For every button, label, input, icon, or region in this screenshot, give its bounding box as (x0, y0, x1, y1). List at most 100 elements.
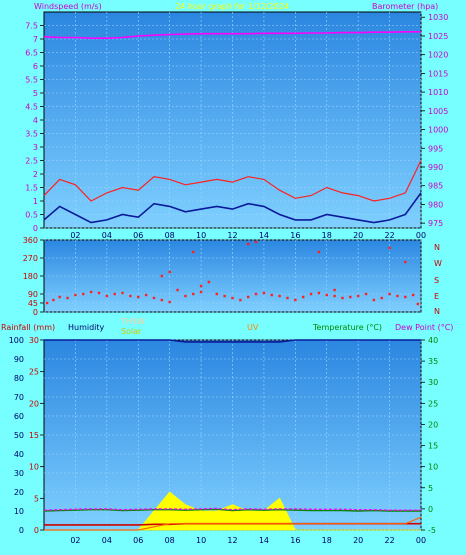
windspeed-tick-label: 3 (33, 143, 38, 152)
wind-direction-point (301, 295, 305, 299)
direction-label-n-top: N (434, 243, 440, 252)
hour-tick-label: 14 (259, 536, 269, 545)
temperature-ticks: -5 0 5 10 15 20 25 30 35 40 (421, 336, 438, 535)
wind-direction-point (192, 250, 195, 254)
wind-direction-point (372, 298, 376, 302)
wind-direction-point (278, 294, 281, 298)
wind-direction-point (388, 292, 391, 296)
barometer-tick-label: 995 (428, 144, 443, 153)
dewpoint-axis-label: Dew Point (°C) (395, 323, 453, 332)
wind-direction-point (113, 292, 116, 296)
temperature-tick-label: 35 (428, 357, 438, 366)
wind-direction-point (254, 292, 258, 296)
humidity-tick-label: 50 (14, 431, 24, 440)
windspeed-tick-label: 7 (33, 35, 38, 44)
hour-tick-label: 04 (102, 536, 112, 545)
wind-direction-point (199, 284, 203, 288)
wind-direction-point (199, 290, 203, 294)
windspeed-tick-label: 0 (33, 224, 38, 233)
rainfall-tick-label: 5 (34, 494, 39, 503)
temperature-axis-label: Temperature (°C) (312, 323, 382, 332)
hour-tick-label: 20 (353, 536, 363, 545)
windspeed-tick-label: 4.5 (25, 103, 38, 112)
humidity-tick-label: 20 (14, 488, 24, 497)
uv-label: UV (247, 323, 259, 332)
wind-direction-point (380, 296, 383, 300)
rainfall-tick-label: 20 (29, 399, 39, 408)
hour-tick-label: 18 (322, 536, 332, 545)
humidity-ticks: 0 10 20 30 40 50 60 70 80 90 100 (9, 336, 24, 535)
wind-direction-point (215, 292, 218, 296)
wind-direction-point (404, 260, 407, 264)
windspeed-tick-label: 2 (33, 170, 38, 179)
hour-tick-label: 12 (227, 231, 237, 240)
windspeed-tick-label: 6.5 (25, 49, 38, 58)
wind-direction-point (404, 295, 407, 299)
wind-direction-point (52, 298, 55, 302)
rainfall-tick-label: 10 (29, 463, 39, 472)
wind-direction-point (89, 290, 93, 294)
barometer-tick-label: 1010 (428, 88, 448, 97)
wind-direction-point (207, 280, 211, 284)
windspeed-tick-label: 2.5 (25, 157, 38, 166)
wind-direction-point (192, 292, 195, 296)
windspeed-ticks: 0 0.5 1 1.5 2 2.5 3 3.5 4 4.5 5 5.5 6 6.5 7 7.5 (25, 22, 44, 233)
weather-chart-svg: Windspeed (m/s) 24 hour graph for 1/12/2… (1, 2, 453, 545)
wind-direction-point (356, 294, 360, 298)
wind-direction-point (396, 294, 399, 298)
wind-direction-point (294, 298, 297, 302)
temperature-tick-label: 5 (428, 484, 433, 493)
wind-direction-point (333, 294, 336, 298)
wind-direction-point (74, 293, 77, 297)
wind-direction-point (239, 298, 242, 302)
wind-direction-point (416, 302, 420, 306)
direction-label-s: S (434, 276, 439, 285)
wind-direction-point (333, 288, 336, 292)
direction-tick-label: 360 (23, 236, 38, 245)
thsw-label: THSW (120, 317, 145, 326)
humidity-tick-label: 70 (14, 393, 24, 402)
hour-tick-label: 00 (416, 231, 426, 240)
wind-direction-point (66, 296, 69, 300)
direction-tick-label: 45 (28, 299, 38, 308)
windspeed-tick-label: 5.5 (25, 76, 38, 85)
wind-direction-point (160, 298, 164, 302)
hour-tick-label: 02 (70, 536, 80, 545)
wind-direction-point (45, 301, 49, 305)
windspeed-axis-label: Windspeed (m/s) (34, 2, 102, 11)
solar-label: Solar (121, 327, 142, 336)
hour-tick-label: 08 (165, 536, 175, 545)
weather-graph: Windspeed (m/s) 24 hour graph for 1/12/2… (0, 0, 466, 555)
hour-tick-label: 16 (290, 231, 300, 240)
wind-direction-point (105, 294, 109, 298)
temperature-tick-label: 10 (428, 463, 438, 472)
humidity-tick-label: 0 (19, 526, 24, 535)
rainfall-tick-label: 0 (34, 526, 39, 535)
hour-tick-label: 00 (416, 536, 426, 545)
temperature-tick-label: 0 (428, 505, 433, 514)
windspeed-tick-label: 0.5 (25, 211, 38, 220)
rainfall-axis-label: Rainfall (mm) (1, 323, 55, 332)
wind-direction-point (325, 293, 328, 297)
humidity-tick-label: 90 (14, 355, 24, 364)
barometer-tick-label: 1025 (428, 32, 448, 41)
windspeed-tick-label: 1.5 (25, 184, 38, 193)
barometer-tick-label: 1000 (428, 126, 448, 135)
humidity-tick-label: 30 (14, 469, 24, 478)
humidity-tick-label: 60 (14, 412, 24, 421)
direction-label-e: E (434, 292, 439, 301)
hour-tick-label: 16 (290, 536, 300, 545)
windspeed-tick-label: 1 (33, 197, 38, 206)
wind-panel-hour-ticks: 02 04 06 08 10 12 14 16 18 20 22 00 (70, 231, 426, 240)
direction-tick-label: 90 (28, 290, 38, 299)
rainfall-tick-label: 25 (29, 368, 39, 377)
rainfall-ticks: 0 5 10 15 20 25 30 (29, 336, 44, 535)
wind-direction-point (144, 293, 148, 297)
temperature-tick-label: -5 (428, 526, 436, 535)
direction-tick-label: 270 (23, 254, 38, 263)
barometer-tick-label: 980 (428, 200, 443, 209)
wind-direction-point (388, 246, 391, 250)
wind-direction-point (262, 291, 266, 295)
barometer-tick-label: 1015 (428, 69, 448, 78)
wind-direction-point (152, 296, 156, 300)
